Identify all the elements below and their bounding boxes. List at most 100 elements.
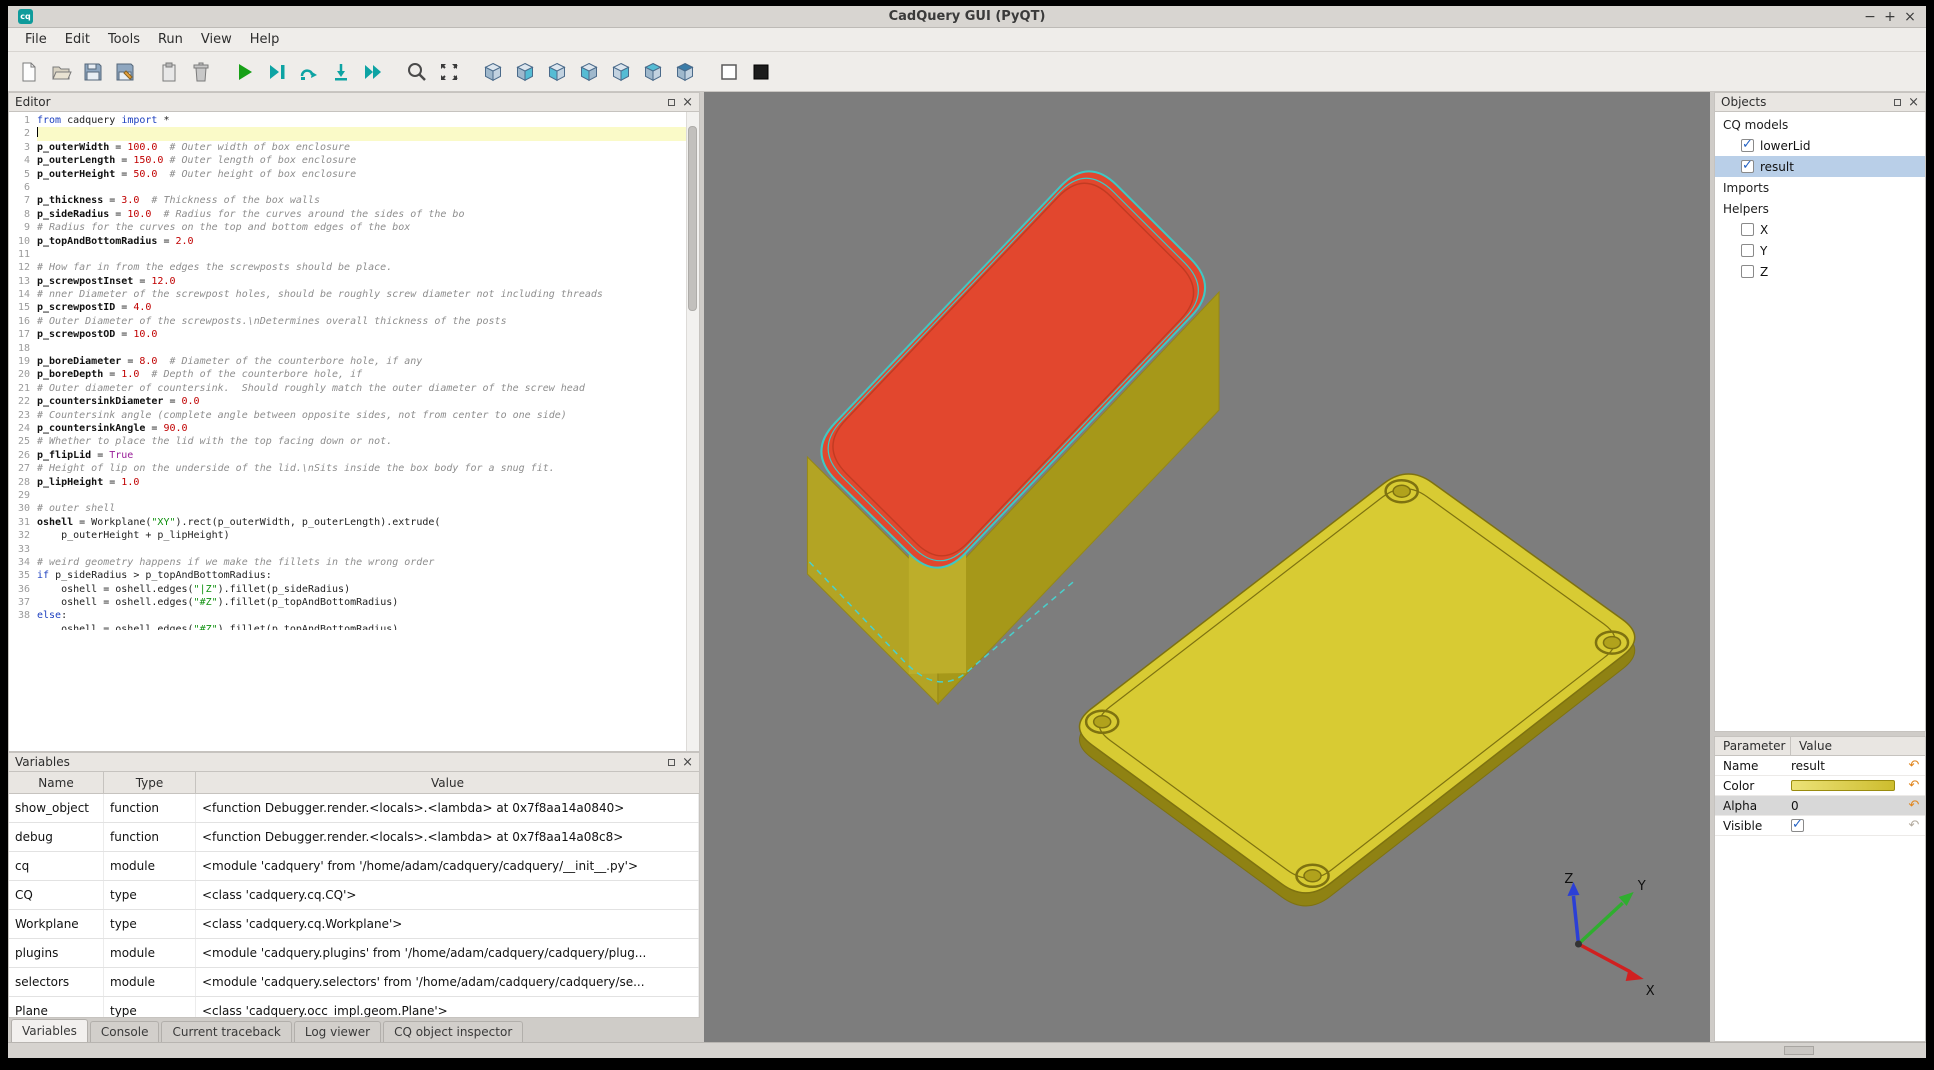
- x-checkbox[interactable]: [1741, 223, 1754, 236]
- code-line[interactable]: 10p_topAndBottomRadius = 2.0: [9, 235, 686, 248]
- code-line[interactable]: 24p_countersinkAngle = 90.0: [9, 422, 686, 435]
- menu-view[interactable]: View: [192, 29, 241, 50]
- variable-row-Plane[interactable]: Planetype<class 'cadquery.occ_impl.geom.…: [9, 997, 699, 1018]
- result-checkbox[interactable]: [1741, 160, 1754, 173]
- tab-cq-object-inspector[interactable]: CQ object inspector: [383, 1021, 523, 1042]
- code-line[interactable]: 22p_countersinkDiameter = 0.0: [9, 395, 686, 408]
- code-editor[interactable]: 1from cadquery import *23p_outerWidth = …: [8, 112, 700, 752]
- zoom-button[interactable]: [402, 57, 432, 87]
- code-line[interactable]: 6: [9, 181, 686, 194]
- step-into-button[interactable]: [326, 57, 356, 87]
- code-line[interactable]: 32 p_outerHeight + p_lipHeight): [9, 529, 686, 542]
- tree-section-imports[interactable]: Imports: [1715, 177, 1925, 198]
- variable-row-debug[interactable]: debugfunction<function Debugger.render.<…: [9, 823, 699, 852]
- 3d-scene[interactable]: Z Y X: [704, 92, 1710, 1042]
- code-line[interactable]: 2: [9, 127, 686, 140]
- scrollbar-thumb[interactable]: [688, 126, 697, 311]
- visible-checkbox[interactable]: [1791, 819, 1804, 832]
- param-row-visible[interactable]: Visible↶: [1715, 816, 1925, 836]
- step-over-button[interactable]: [294, 57, 324, 87]
- variable-row-Workplane[interactable]: Workplanetype<class 'cadquery.cq.Workpla…: [9, 910, 699, 939]
- variables-close-icon[interactable]: ×: [682, 756, 693, 769]
- code-line[interactable]: 28p_lipHeight = 1.0: [9, 476, 686, 489]
- tree-item-result[interactable]: result: [1715, 156, 1925, 177]
- wireframe-button[interactable]: [714, 57, 744, 87]
- new-file-button[interactable]: [14, 57, 44, 87]
- code-line[interactable]: 4p_outerLength = 150.0 # Outer length of…: [9, 154, 686, 167]
- code-line[interactable]: 33: [9, 543, 686, 556]
- code-line[interactable]: 29: [9, 489, 686, 502]
- variable-row-CQ[interactable]: CQtype<class 'cadquery.cq.CQ'>: [9, 881, 699, 910]
- tab-console[interactable]: Console: [90, 1021, 160, 1042]
- save-as-file-button[interactable]: [110, 57, 140, 87]
- view-top-button[interactable]: [638, 57, 668, 87]
- code-line[interactable]: 7p_thickness = 3.0 # Thickness of the bo…: [9, 194, 686, 207]
- y-checkbox[interactable]: [1741, 244, 1754, 257]
- view-right-button[interactable]: [606, 57, 636, 87]
- code-line[interactable]: 16# Outer Diameter of the screwposts.\nD…: [9, 315, 686, 328]
- close-button[interactable]: ×: [1902, 9, 1918, 25]
- tree-item-y[interactable]: Y: [1715, 240, 1925, 261]
- code-line[interactable]: 13p_screwpostInset = 12.0: [9, 275, 686, 288]
- tree-section-helpers[interactable]: Helpers: [1715, 198, 1925, 219]
- tab-log-viewer[interactable]: Log viewer: [294, 1021, 381, 1042]
- color-swatch[interactable]: [1791, 780, 1895, 791]
- menu-edit[interactable]: Edit: [56, 29, 99, 50]
- objects-float-icon[interactable]: [1894, 99, 1901, 106]
- menu-file[interactable]: File: [16, 29, 56, 50]
- view-back-button[interactable]: [542, 57, 572, 87]
- variable-row-plugins[interactable]: pluginsmodule<module 'cadquery.plugins' …: [9, 939, 699, 968]
- menu-help[interactable]: Help: [241, 29, 289, 50]
- undo-icon[interactable]: ↶: [1905, 758, 1923, 773]
- code-line[interactable]: 23# Countersink angle (complete angle be…: [9, 409, 686, 422]
- undo-icon[interactable]: ↶: [1905, 798, 1923, 813]
- code-line[interactable]: 19p_boreDiameter = 8.0 # Diameter of the…: [9, 355, 686, 368]
- view-left-button[interactable]: [574, 57, 604, 87]
- title-bar[interactable]: CadQuery GUI (PyQT) cq −+×: [8, 6, 1926, 28]
- minimize-button[interactable]: −: [1862, 9, 1878, 25]
- tree-item-lowerlid[interactable]: lowerLid: [1715, 135, 1925, 156]
- delete-button[interactable]: [186, 57, 216, 87]
- shaded-button[interactable]: [746, 57, 776, 87]
- objects-close-icon[interactable]: ×: [1908, 96, 1919, 109]
- code-line[interactable]: 8p_sideRadius = 10.0 # Radius for the cu…: [9, 208, 686, 221]
- lowerlid-checkbox[interactable]: [1741, 139, 1754, 152]
- variable-row-cq[interactable]: cqmodule<module 'cadquery' from '/home/a…: [9, 852, 699, 881]
- variables-float-icon[interactable]: [668, 759, 675, 766]
- code-line[interactable]: 26p_flipLid = True: [9, 449, 686, 462]
- save-file-button[interactable]: [78, 57, 108, 87]
- code-line[interactable]: 12# How far in from the edges the screwp…: [9, 261, 686, 274]
- view-bottom-button[interactable]: [670, 57, 700, 87]
- code-line[interactable]: 18: [9, 342, 686, 355]
- editor-close-icon[interactable]: ×: [682, 96, 693, 109]
- menu-run[interactable]: Run: [149, 29, 192, 50]
- open-file-button[interactable]: [46, 57, 76, 87]
- tab-variables[interactable]: Variables: [11, 1019, 88, 1042]
- code-line[interactable]: 21# Outer diameter of countersink. Shoul…: [9, 382, 686, 395]
- viewport-3d[interactable]: Z Y X: [704, 92, 1710, 1042]
- tree-section-cq-models[interactable]: CQ models: [1715, 114, 1925, 135]
- undo-icon[interactable]: ↶: [1905, 818, 1923, 833]
- menu-tools[interactable]: Tools: [99, 29, 149, 50]
- box-body-model[interactable]: [807, 171, 1219, 704]
- code-line[interactable]: 35if p_sideRadius > p_topAndBottomRadius…: [9, 569, 686, 582]
- param-row-name[interactable]: Nameresult↶: [1715, 756, 1925, 776]
- code-line[interactable]: 31oshell = Workplane("XY").rect(p_outerW…: [9, 516, 686, 529]
- fit-all-button[interactable]: [434, 57, 464, 87]
- tree-item-x[interactable]: X: [1715, 219, 1925, 240]
- code-line[interactable]: 36 oshell = oshell.edges("|Z").fillet(p_…: [9, 583, 686, 596]
- maximize-button[interactable]: +: [1882, 9, 1898, 25]
- view-front-button[interactable]: [510, 57, 540, 87]
- code-line[interactable]: 5p_outerHeight = 50.0 # Outer height of …: [9, 168, 686, 181]
- code-line[interactable]: oshell = oshell.edges("#Z").fillet(p_top…: [9, 623, 686, 630]
- clipboard-button[interactable]: [154, 57, 184, 87]
- editor-scrollbar[interactable]: [686, 112, 699, 751]
- tree-item-z[interactable]: Z: [1715, 261, 1925, 282]
- code-line[interactable]: 38else:: [9, 609, 686, 622]
- debug-button[interactable]: [262, 57, 292, 87]
- view-iso-button[interactable]: [478, 57, 508, 87]
- code-line[interactable]: 34# weird geometry happens if we make th…: [9, 556, 686, 569]
- code-line[interactable]: 3p_outerWidth = 100.0 # Outer width of b…: [9, 141, 686, 154]
- code-line[interactable]: 1from cadquery import *: [9, 114, 686, 127]
- render-button[interactable]: [230, 57, 260, 87]
